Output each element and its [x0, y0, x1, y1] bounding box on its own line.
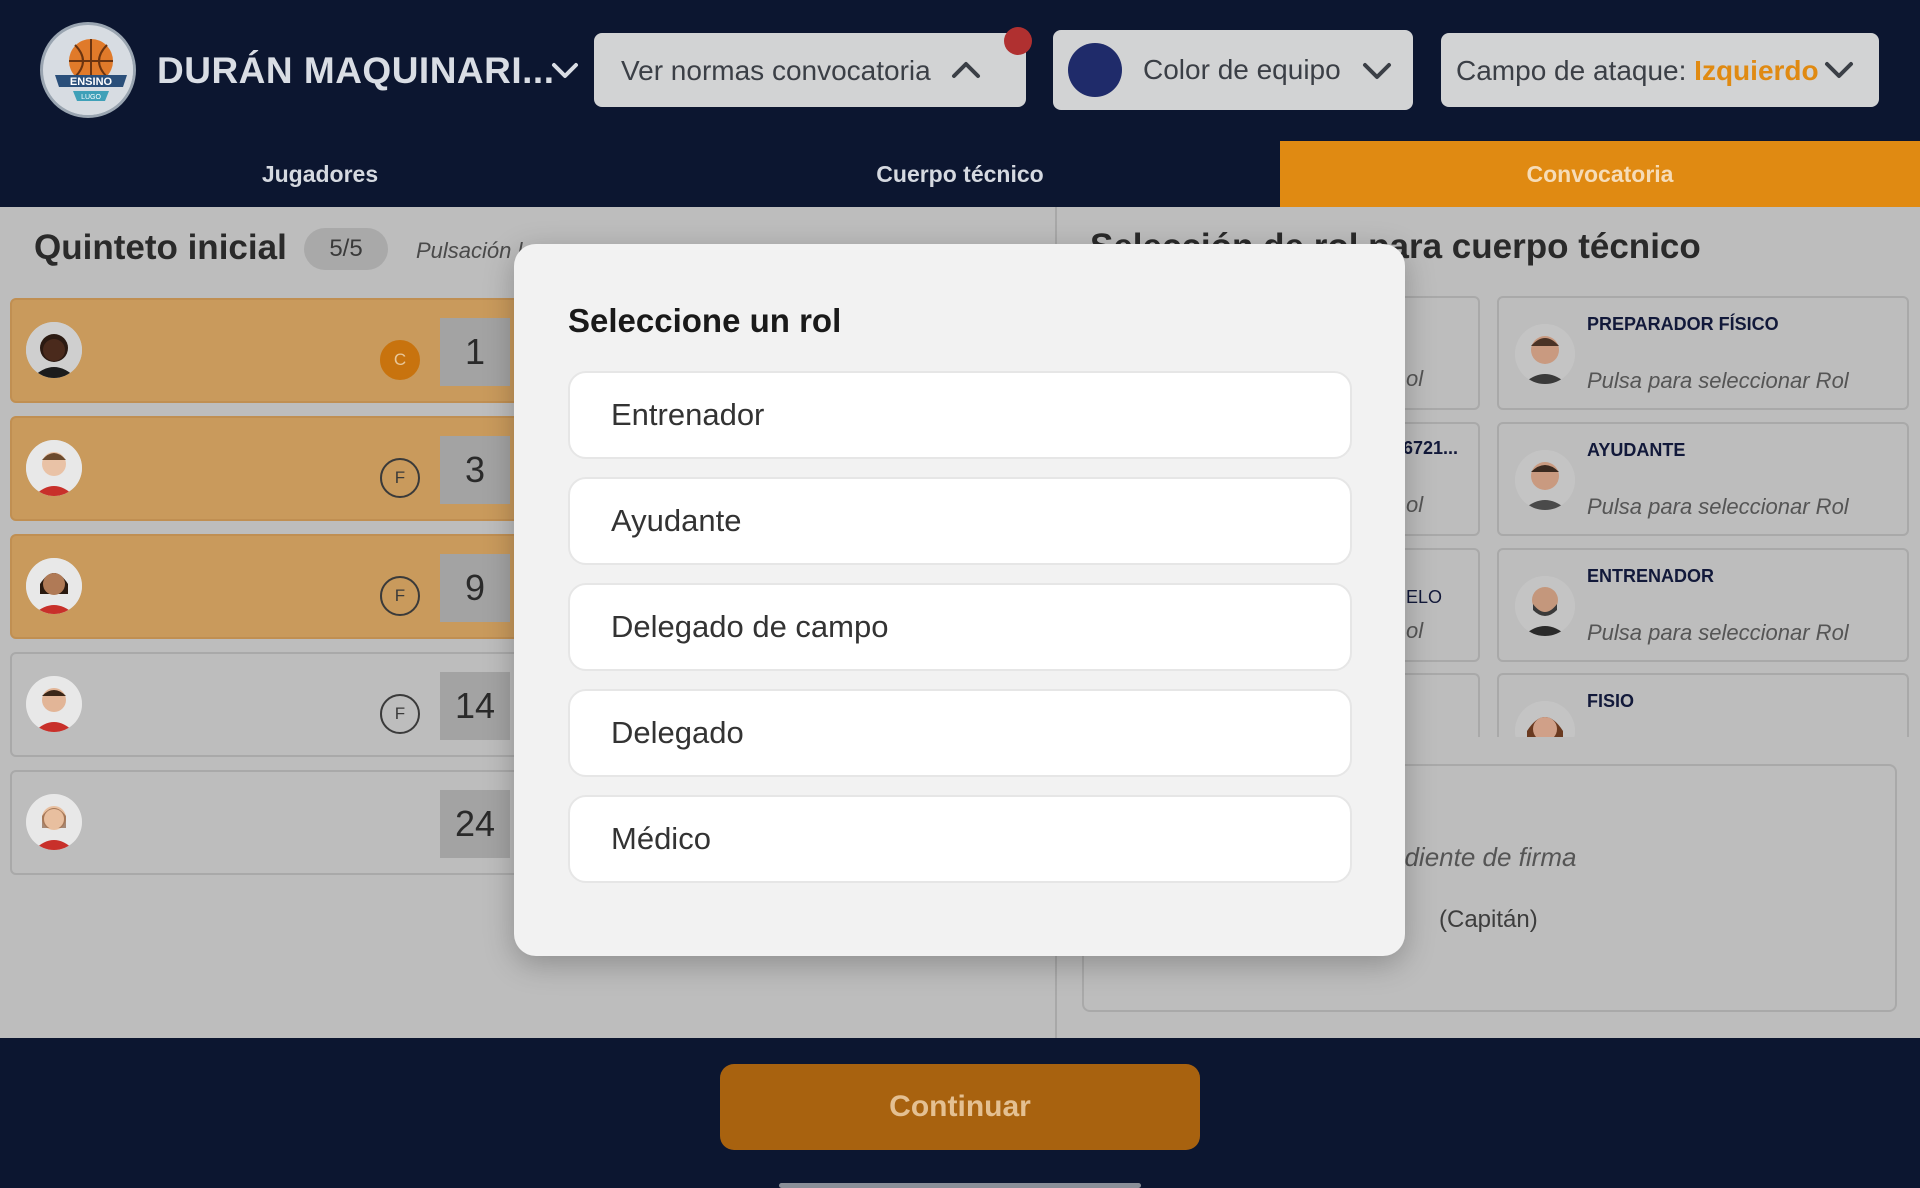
- player-row[interactable]: F 9: [10, 534, 530, 639]
- player-number: 24: [440, 790, 510, 858]
- player-row[interactable]: F 14: [10, 652, 530, 757]
- player-row[interactable]: F 3: [10, 416, 530, 521]
- chevron-down-icon[interactable]: [548, 56, 582, 86]
- team-logo: ENSINO LUGO: [40, 22, 136, 118]
- team-color-swatch: [1068, 43, 1122, 97]
- staff-card-preparador[interactable]: PREPARADOR FÍSICO Pulsa para seleccionar…: [1497, 296, 1909, 410]
- player-row[interactable]: C 1: [10, 298, 530, 403]
- role-option-delegado-de-campo[interactable]: Delegado de campo: [568, 583, 1352, 671]
- staff-select-fragment: ol: [1406, 618, 1424, 643]
- team-color-label: Color de equipo: [1143, 54, 1341, 85]
- lineup-count-badge: 5/5: [304, 228, 388, 270]
- staff-avatar: [1515, 701, 1575, 737]
- role-option-entrenador[interactable]: Entrenador: [568, 371, 1352, 459]
- continue-button[interactable]: Continuar: [720, 1064, 1200, 1150]
- home-indicator: [779, 1183, 1141, 1188]
- staff-avatar: [1515, 576, 1575, 636]
- player-row[interactable]: 24: [10, 770, 530, 875]
- role-option-ayudante[interactable]: Ayudante: [568, 477, 1352, 565]
- tab-jugadores[interactable]: Jugadores: [0, 141, 640, 207]
- chevron-down-icon: [1363, 63, 1391, 79]
- team-name[interactable]: DURÁN MAQUINARI...: [157, 50, 554, 92]
- lineup-hint: Pulsación l: [416, 238, 523, 263]
- lineup-title: Quinteto inicial: [34, 228, 287, 267]
- player-position-badge: F: [380, 576, 420, 616]
- staff-avatar: [1515, 324, 1575, 384]
- player-number: 9: [440, 554, 510, 622]
- tab-cuerpo-tecnico[interactable]: Cuerpo técnico: [640, 141, 1280, 207]
- staff-select-fragment: ol: [1406, 366, 1424, 391]
- staff-id-fragment: 6721...: [1403, 438, 1459, 458]
- staff-select-hint: Pulsa para seleccionar Rol: [1587, 494, 1849, 519]
- chevron-up-icon: [952, 62, 980, 78]
- staff-select-fragment: ol: [1406, 492, 1424, 517]
- staff-role: FISIO: [1587, 691, 1635, 711]
- staff-name-fragment: ELO: [1406, 587, 1443, 607]
- attack-side-value: Izquierdo: [1694, 55, 1819, 86]
- staff-select-hint: Pulsa para seleccionar Rol: [1587, 368, 1849, 393]
- tab-bar: Jugadores Cuerpo técnico Convocatoria: [0, 141, 1920, 207]
- rules-dropdown-label: Ver normas convocatoria: [621, 55, 931, 86]
- player-number: 14: [440, 672, 510, 740]
- player-avatar: [26, 322, 82, 378]
- staff-avatar: [1515, 450, 1575, 510]
- player-avatar: [26, 440, 82, 496]
- modal-title: Seleccione un rol: [568, 302, 842, 339]
- tab-convocatoria[interactable]: Convocatoria: [1280, 141, 1920, 207]
- staff-role: PREPARADOR FÍSICO: [1587, 314, 1779, 334]
- attack-side-dropdown[interactable]: Campo de ataque: Izquierdo: [1441, 33, 1879, 107]
- signature-status: ndiente de firma: [1390, 842, 1577, 872]
- svg-text:ENSINO: ENSINO: [70, 76, 113, 88]
- player-avatar: [26, 676, 82, 732]
- staff-role: ENTRENADOR: [1587, 566, 1715, 586]
- staff-role: AYUDANTE: [1587, 440, 1686, 460]
- staff-card-fisio[interactable]: FISIO: [1497, 673, 1909, 737]
- chevron-down-icon: [1825, 62, 1853, 78]
- role-option-medico[interactable]: Médico: [568, 795, 1352, 883]
- captain-badge: C: [380, 340, 420, 380]
- player-avatar: [26, 794, 82, 850]
- attack-side-caption: Campo de ataque:: [1456, 55, 1687, 86]
- svg-text:LUGO: LUGO: [81, 94, 101, 101]
- player-position-badge: F: [380, 694, 420, 734]
- staff-select-hint: Pulsa para seleccionar Rol: [1587, 620, 1849, 645]
- player-position-badge: F: [380, 458, 420, 498]
- role-option-delegado[interactable]: Delegado: [568, 689, 1352, 777]
- staff-card-ayudante[interactable]: AYUDANTE Pulsa para seleccionar Rol: [1497, 422, 1909, 536]
- staff-card-entrenador[interactable]: ENTRENADOR Pulsa para seleccionar Rol: [1497, 548, 1909, 662]
- player-number: 3: [440, 436, 510, 504]
- player-avatar: [26, 558, 82, 614]
- notification-dot: [1004, 27, 1032, 55]
- role-select-modal: Seleccione un rol Entrenador Ayudante De…: [514, 244, 1405, 956]
- attack-side-label: Campo de ataque: Izquierdo: [1456, 55, 1819, 87]
- rules-dropdown[interactable]: Ver normas convocatoria: [594, 33, 1026, 107]
- app-header: ENSINO LUGO DURÁN MAQUINARI... Ver norma…: [0, 0, 1920, 141]
- captain-label: (Capitán): [1439, 906, 1538, 933]
- player-number: 1: [440, 318, 510, 386]
